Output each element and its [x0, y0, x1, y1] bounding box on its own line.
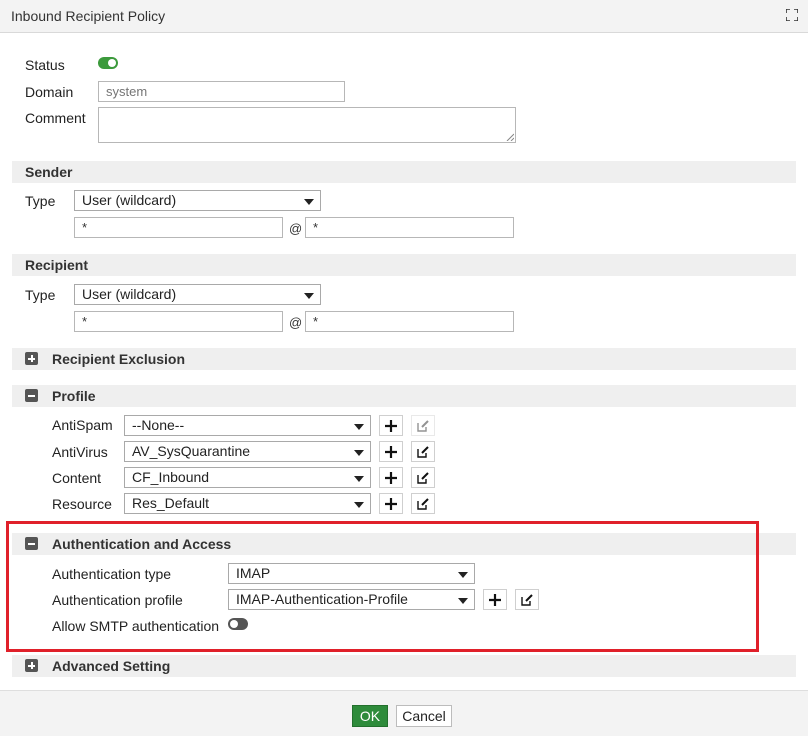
- antispam-select[interactable]: --None--: [124, 415, 371, 436]
- dialog-title: Inbound Recipient Policy: [11, 8, 166, 24]
- sender-domain-input[interactable]: *: [305, 217, 514, 238]
- dialog-footer: OK Cancel: [0, 690, 808, 736]
- resource-value: Res_Default: [132, 495, 210, 511]
- recipient-type-select[interactable]: User (wildcard): [74, 284, 321, 305]
- highlight-box: [6, 521, 759, 652]
- antispam-value: --None--: [132, 417, 185, 433]
- sender-type-value: User (wildcard): [82, 192, 177, 208]
- recipient-domain-input[interactable]: *: [305, 311, 514, 332]
- edit-icon: [417, 472, 429, 484]
- expand-icon[interactable]: [25, 352, 38, 365]
- plus-icon: [385, 472, 397, 484]
- content-edit-button[interactable]: [411, 467, 435, 488]
- edit-icon: [417, 446, 429, 458]
- maximize-icon[interactable]: [786, 9, 798, 21]
- status-toggle[interactable]: [98, 57, 118, 69]
- edit-icon: [417, 420, 429, 432]
- edit-icon: [417, 498, 429, 510]
- collapse-icon[interactable]: [25, 389, 38, 402]
- antivirus-add-button[interactable]: [379, 441, 403, 462]
- domain-input: [98, 81, 345, 102]
- resource-edit-button[interactable]: [411, 493, 435, 514]
- resource-select[interactable]: Res_Default: [124, 493, 371, 514]
- section-recipient-title: Recipient: [25, 257, 89, 273]
- plus-icon: [385, 420, 397, 432]
- content-label: Content: [52, 470, 102, 486]
- section-advanced-title: Advanced Setting: [52, 658, 171, 674]
- expand-icon[interactable]: [25, 659, 38, 672]
- comment-label: Comment: [25, 110, 86, 126]
- content-add-button[interactable]: [379, 467, 403, 488]
- section-profile[interactable]: Profile: [12, 385, 796, 407]
- section-advanced[interactable]: Advanced Setting: [12, 655, 796, 677]
- plus-icon: [385, 498, 397, 510]
- antispam-edit-button: [411, 415, 435, 436]
- domain-label: Domain: [25, 84, 74, 100]
- section-recipient-exclusion-title: Recipient Exclusion: [52, 351, 186, 367]
- sender-type-label: Type: [25, 193, 56, 209]
- section-recipient: Recipient: [12, 254, 796, 276]
- chevron-down-icon: [304, 199, 314, 205]
- sender-at-sign: @: [289, 221, 303, 236]
- section-sender-title: Sender: [25, 164, 73, 180]
- sender-user-input[interactable]: *: [74, 217, 283, 238]
- chevron-down-icon: [354, 424, 364, 430]
- antivirus-select[interactable]: AV_SysQuarantine: [124, 441, 371, 462]
- cancel-button[interactable]: Cancel: [396, 705, 452, 727]
- content-value: CF_Inbound: [132, 469, 210, 485]
- antivirus-edit-button[interactable]: [411, 441, 435, 462]
- chevron-down-icon: [354, 476, 364, 482]
- resource-add-button[interactable]: [379, 493, 403, 514]
- antivirus-label: AntiVirus: [52, 444, 108, 460]
- ok-button[interactable]: OK: [352, 705, 388, 727]
- section-sender: Sender: [12, 161, 796, 183]
- chevron-down-icon: [354, 502, 364, 508]
- dialog-titlebar: Inbound Recipient Policy: [0, 0, 808, 33]
- recipient-type-value: User (wildcard): [82, 286, 177, 302]
- recipient-user-input[interactable]: *: [74, 311, 283, 332]
- section-profile-title: Profile: [52, 388, 96, 404]
- status-label: Status: [25, 57, 65, 73]
- resize-grip-icon[interactable]: [506, 133, 514, 141]
- comment-textarea[interactable]: [98, 107, 516, 143]
- chevron-down-icon: [354, 450, 364, 456]
- content-select[interactable]: CF_Inbound: [124, 467, 371, 488]
- sender-type-select[interactable]: User (wildcard): [74, 190, 321, 211]
- antispam-add-button[interactable]: [379, 415, 403, 436]
- antispam-label: AntiSpam: [52, 417, 113, 433]
- plus-icon: [385, 446, 397, 458]
- resource-label: Resource: [52, 496, 112, 512]
- antivirus-value: AV_SysQuarantine: [132, 443, 251, 459]
- recipient-type-label: Type: [25, 287, 56, 303]
- section-recipient-exclusion[interactable]: Recipient Exclusion: [12, 348, 796, 370]
- chevron-down-icon: [304, 293, 314, 299]
- recipient-at-sign: @: [289, 315, 303, 330]
